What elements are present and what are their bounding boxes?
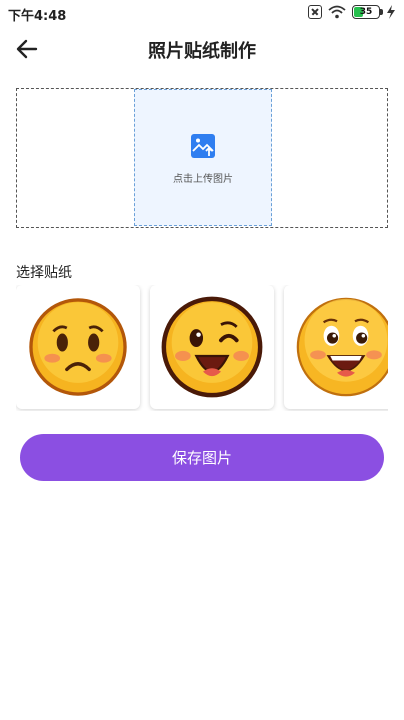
- sticker-card-wink[interactable]: [150, 285, 274, 409]
- status-time: 下午4:48: [8, 9, 67, 24]
- image-preview-area: 点击上传图片: [16, 88, 388, 228]
- status-icons: 35: [308, 5, 396, 19]
- page-title: 照片贴纸制作: [148, 41, 256, 62]
- sticker-card-sad[interactable]: [16, 285, 140, 409]
- sticker-list: [16, 285, 388, 411]
- sticker-section-title: 选择贴纸: [16, 265, 72, 281]
- sad-face-sticker-icon: [25, 294, 131, 400]
- winking-face-sticker-icon: [159, 294, 265, 400]
- header: 照片贴纸制作: [0, 26, 404, 72]
- sticker-card-grin[interactable]: [284, 285, 388, 409]
- image-upload-icon: [191, 134, 215, 158]
- notification-icon: [308, 5, 322, 19]
- charging-icon: [387, 5, 395, 19]
- status-bar: 下午4:48 35: [0, 0, 404, 26]
- save-image-button[interactable]: 保存图片: [20, 434, 384, 481]
- upload-label: 点击上传图片: [173, 174, 233, 185]
- wifi-icon: [328, 5, 346, 19]
- upload-image-button[interactable]: 点击上传图片: [134, 89, 272, 226]
- grinning-face-sticker-icon: [293, 294, 388, 400]
- battery-level: 35: [359, 7, 373, 17]
- battery-icon: 35: [352, 5, 383, 19]
